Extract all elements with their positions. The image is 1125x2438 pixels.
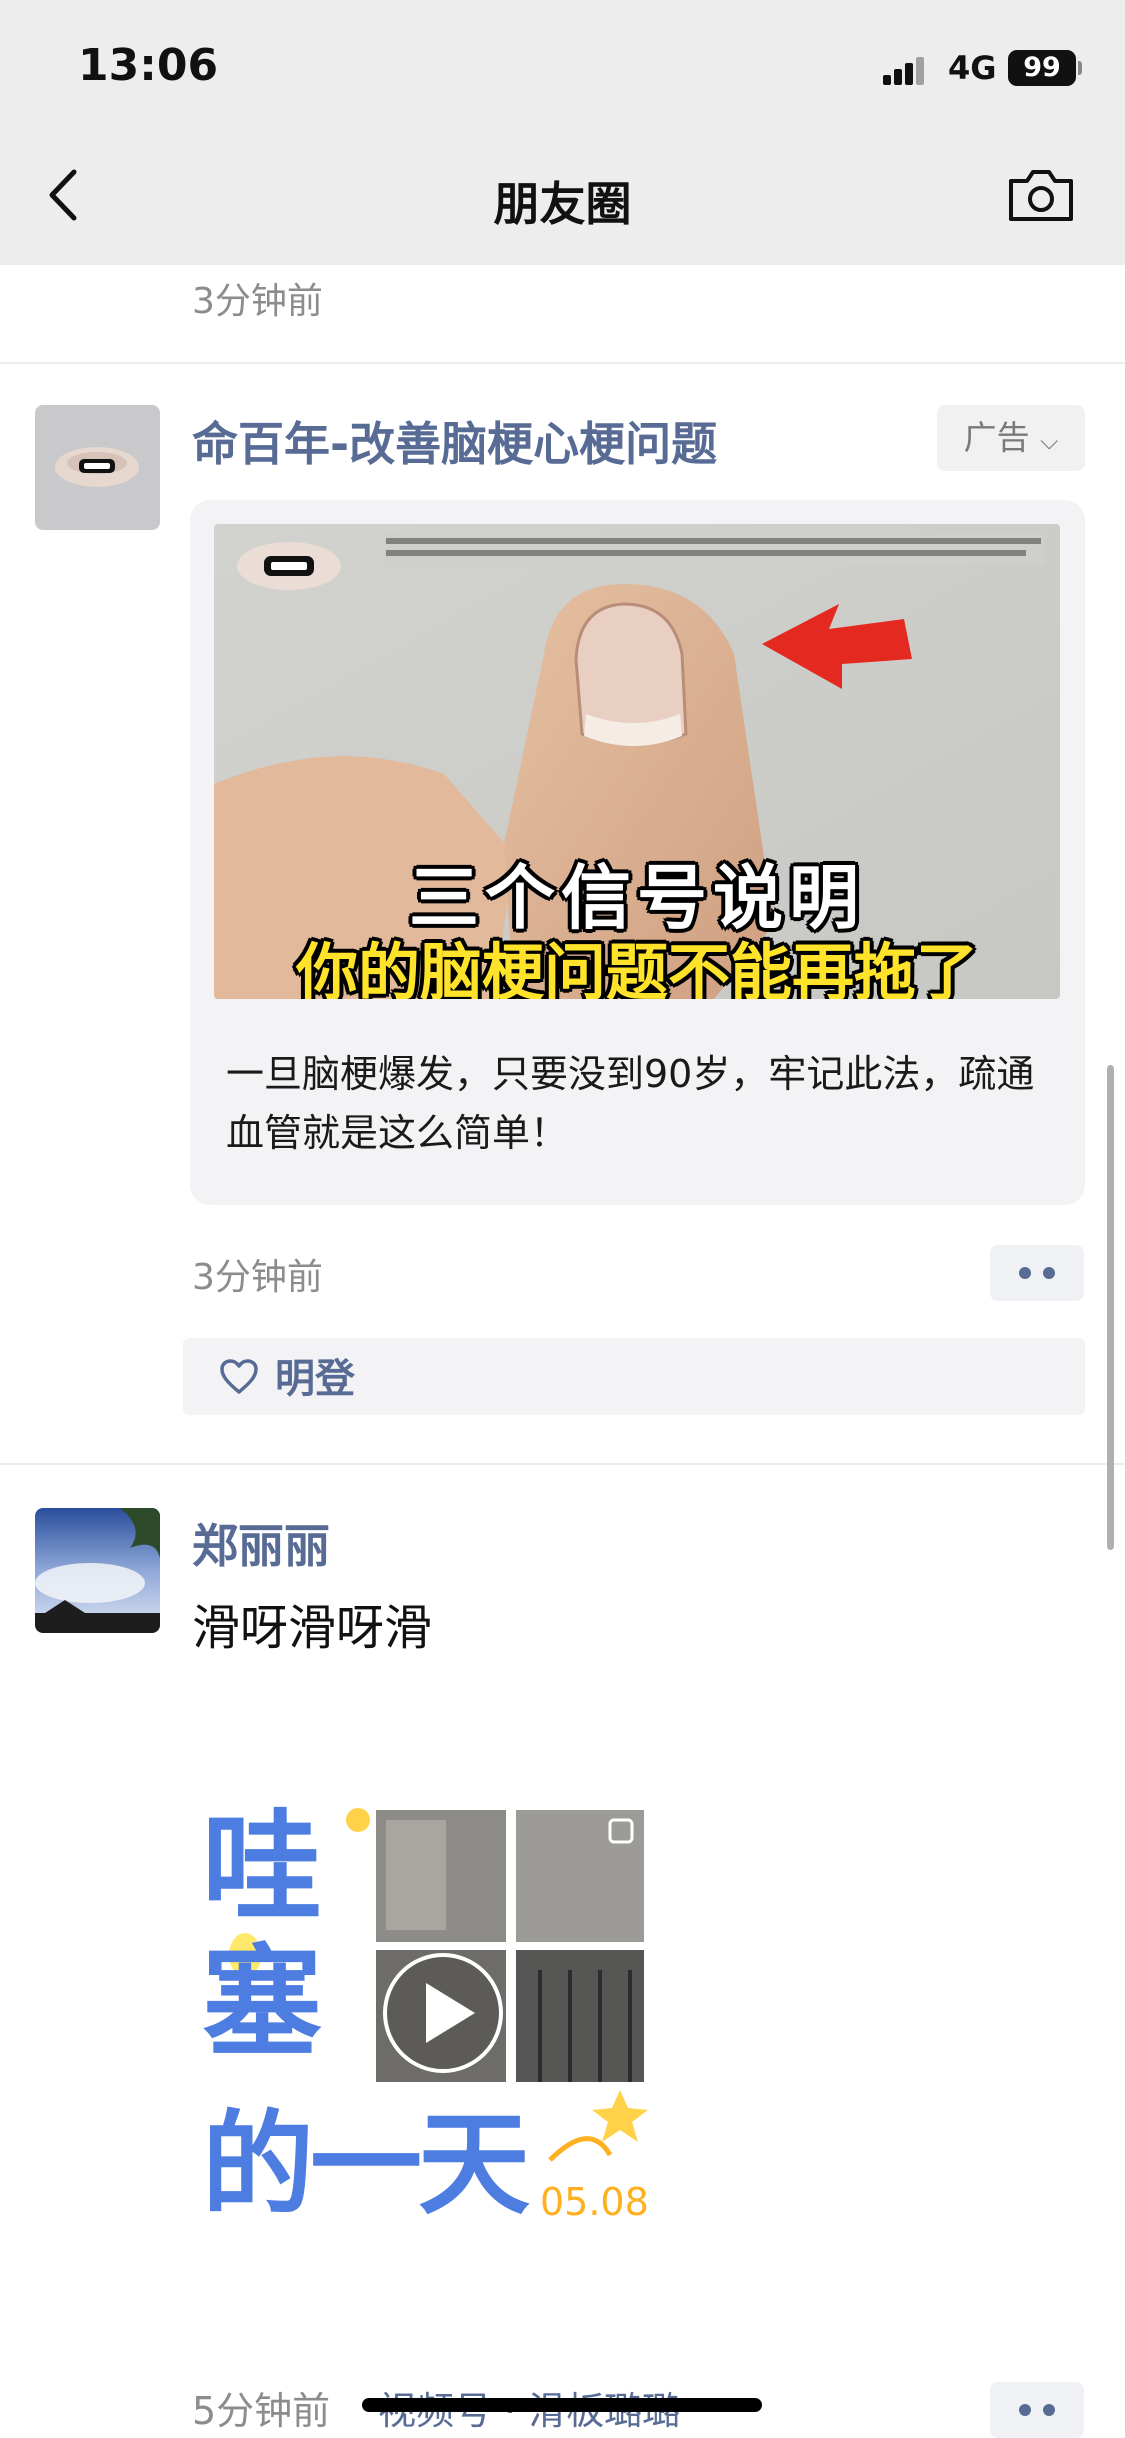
- camera-icon: [1009, 170, 1073, 221]
- likes-bar: 明登: [183, 1338, 1085, 1415]
- home-indicator[interactable]: [362, 2398, 762, 2412]
- product-thumbnail-icon: [55, 447, 139, 487]
- avatar-image: [35, 1508, 160, 1633]
- video-cover[interactable]: 哇塞 的一天 05.08: [190, 1760, 696, 2270]
- ad-author-name[interactable]: 命百年-改善脑梗心梗问题: [192, 408, 717, 474]
- camera-button[interactable]: [1005, 163, 1077, 227]
- heart-icon: [220, 1359, 258, 1394]
- ad-timestamp: 3分钟前: [192, 1257, 323, 1298]
- divider: [0, 1463, 1125, 1465]
- video-caption-1: 哇塞: [202, 1797, 322, 2073]
- status-time: 13:06: [78, 40, 219, 91]
- divider: [0, 362, 1125, 364]
- top-bar: 13:06 4G 99 朋友圈: [0, 0, 1125, 265]
- user-post-timestamp: 5分钟前: [192, 2389, 331, 2433]
- ad-label-button[interactable]: 广告 ⌵: [937, 405, 1085, 471]
- user-avatar[interactable]: [35, 1508, 160, 1633]
- more-actions-button-2[interactable]: [990, 2382, 1084, 2438]
- product-thumbnail-icon: [237, 542, 341, 590]
- user-post-text: 滑呀滑呀滑: [192, 1600, 433, 1656]
- post-timestamp: 3分钟前: [192, 281, 323, 322]
- play-icon: [383, 1953, 503, 2073]
- ad-avatar[interactable]: [35, 405, 160, 530]
- signal-strength-icon: [883, 55, 935, 85]
- ad-image[interactable]: 三个信号说明 你的脑梗问题不能再拖了: [214, 524, 1060, 999]
- video-date: 05.08: [540, 2180, 649, 2224]
- battery-icon: 99: [1008, 50, 1076, 86]
- chevron-down-icon: ⌵: [1040, 427, 1059, 455]
- ad-label-text: 广告: [963, 418, 1030, 457]
- user-author-name[interactable]: 郑丽丽: [192, 1510, 330, 1576]
- ad-text: 一旦脑梗爆发，只要没到90岁，牢记此法，疏通血管就是这么简单！: [226, 1052, 1035, 1155]
- battery-nub: [1078, 61, 1082, 75]
- liker-name[interactable]: 明登: [275, 1346, 355, 1404]
- more-actions-button[interactable]: [990, 1245, 1084, 1301]
- page-title: 朋友圈: [493, 177, 632, 231]
- scrollbar[interactable]: [1107, 1065, 1114, 1550]
- network-type: 4G: [948, 49, 997, 87]
- ad-image-headline-2: 你的脑梗问题不能再拖了: [295, 936, 978, 999]
- video-caption-2: 的一天: [202, 2099, 530, 2230]
